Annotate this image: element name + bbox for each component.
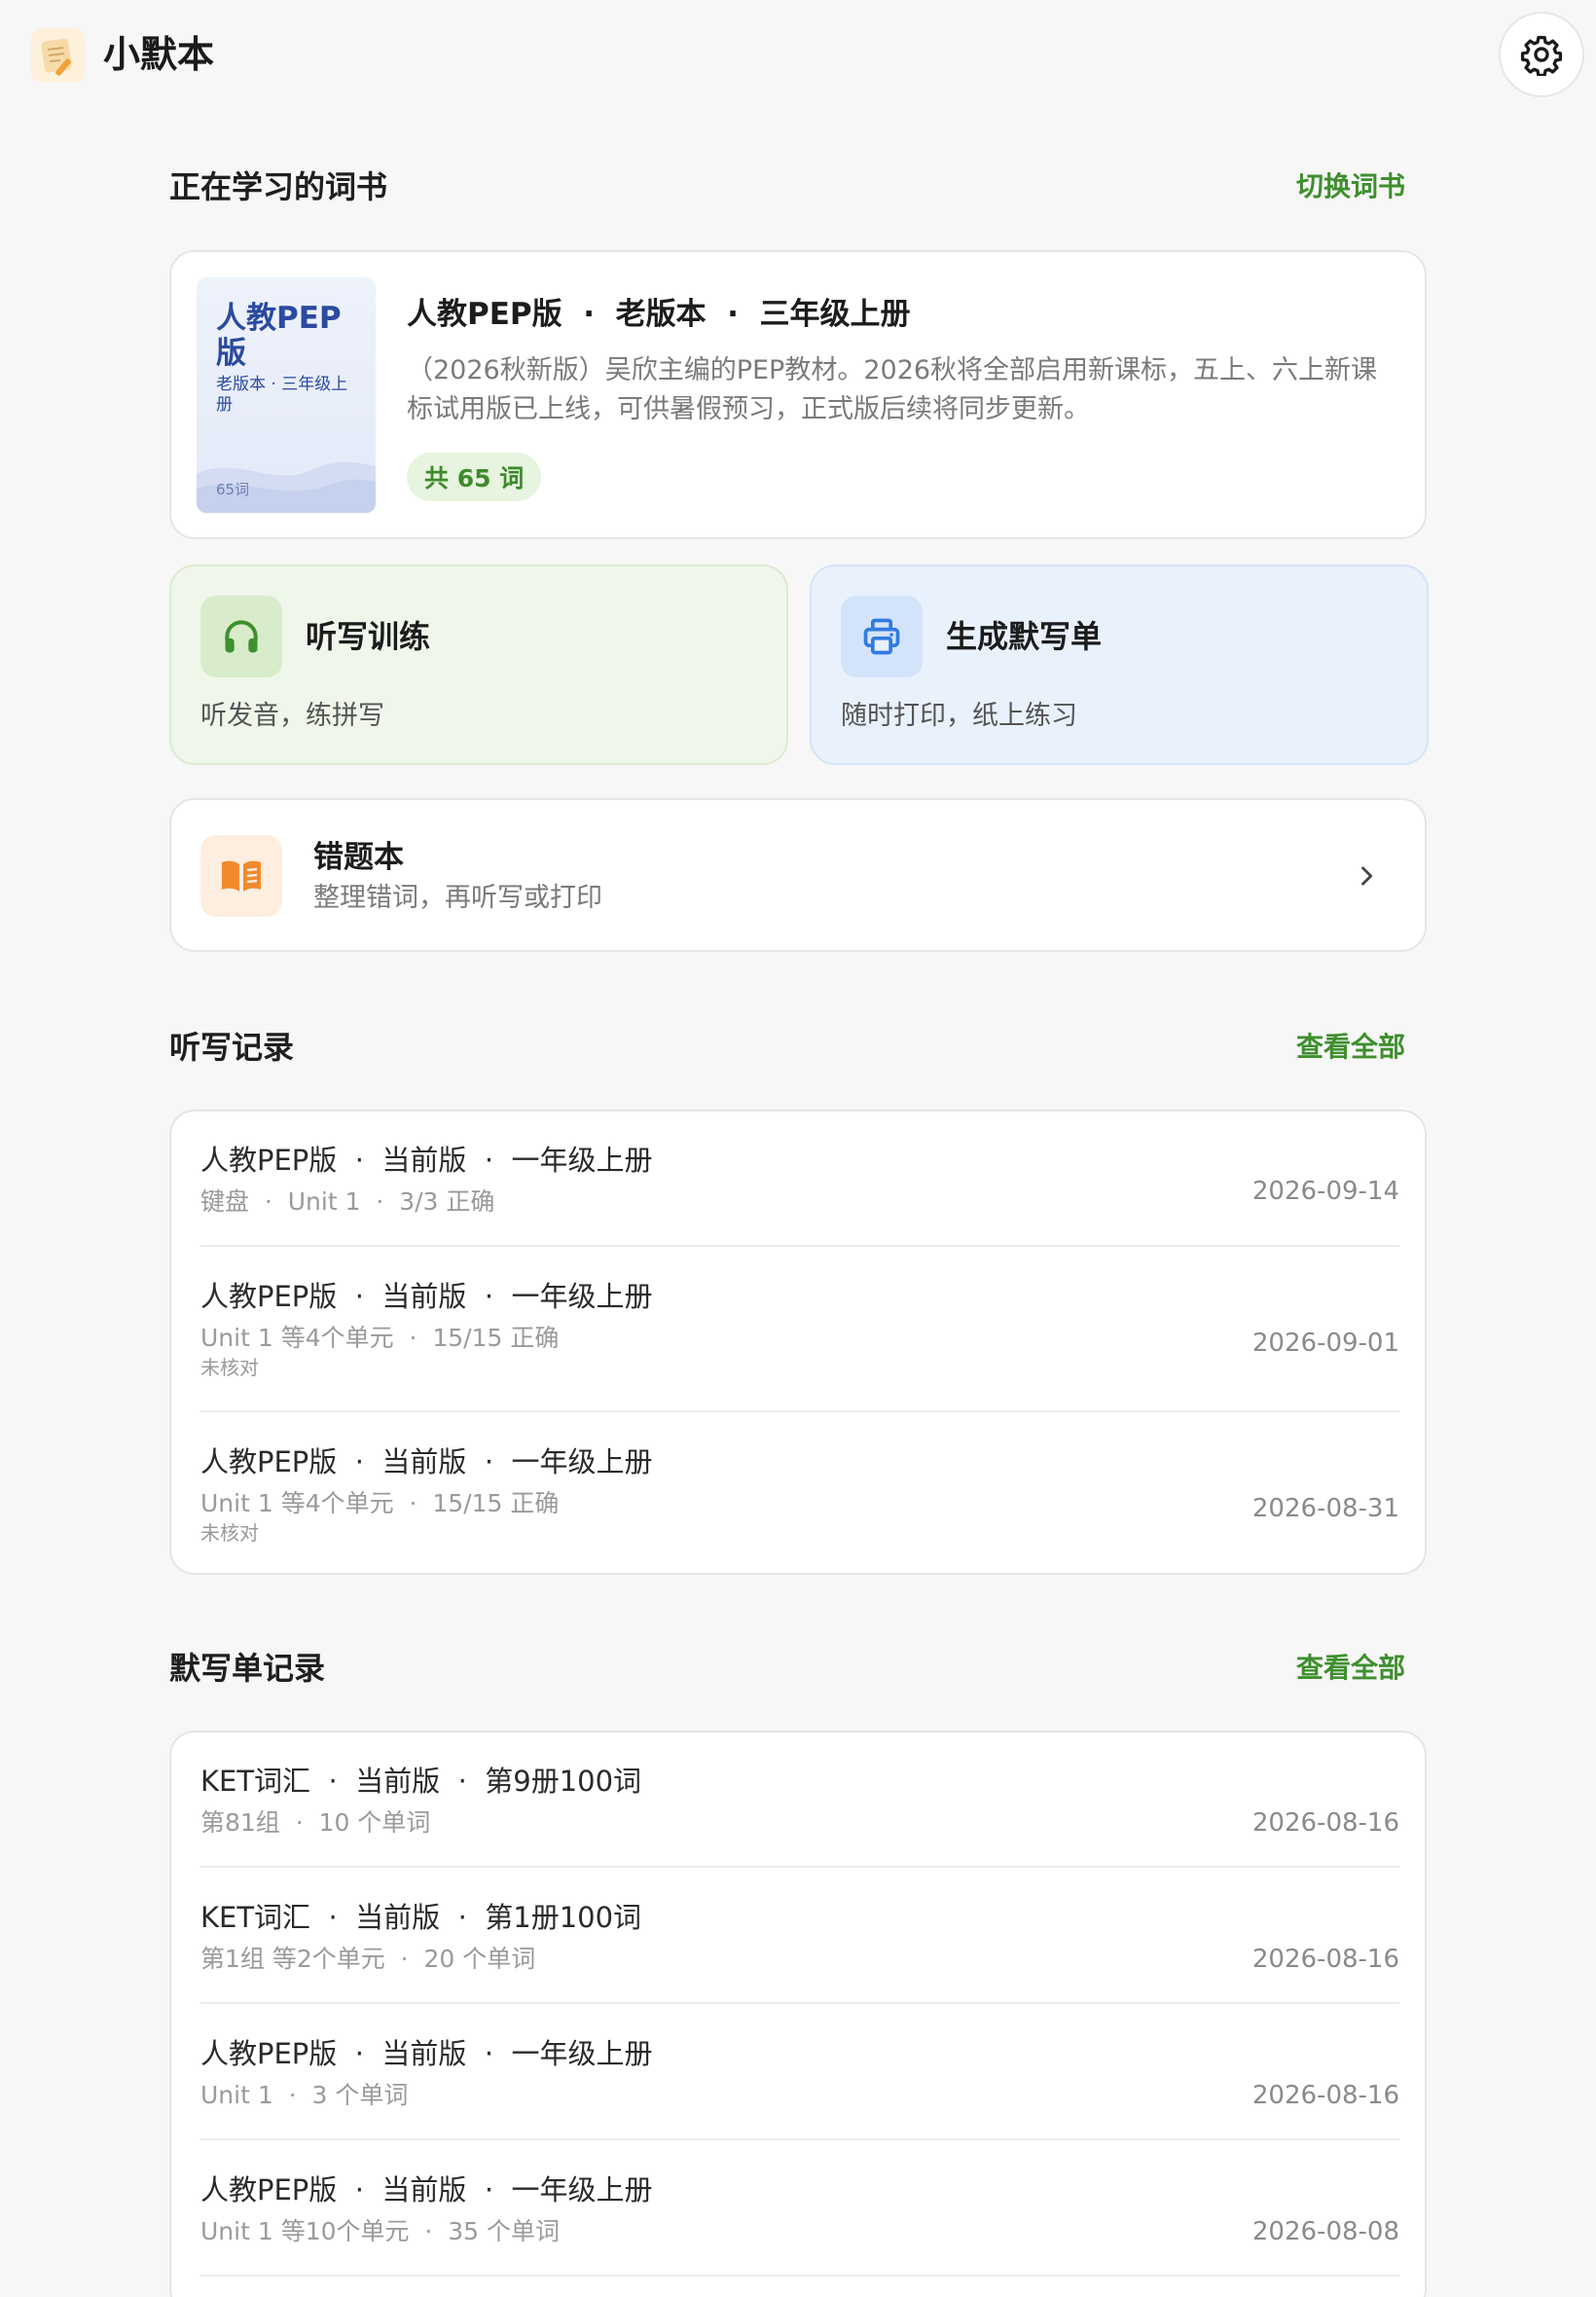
cover-title: 人教PEP版 xyxy=(216,301,342,371)
row-divider xyxy=(200,1866,1399,1868)
mistakes-book-card[interactable]: 错题本 整理错词，再听写或打印 xyxy=(169,798,1427,952)
record-title: 人教PEP版 · 当前版 · 一年级上册 xyxy=(200,1280,653,1313)
open-book-icon xyxy=(222,860,261,892)
mistakes-subtitle: 整理错词，再听写或打印 xyxy=(313,883,602,913)
book-name: 人教PEP版 · 老版本 · 三年级上册 xyxy=(407,297,911,332)
sheet-record-row[interactable]: KET词汇 · 当前版 · 第9册100词 第81组 · 10 个单词 2026… xyxy=(200,1762,1399,1849)
row-divider xyxy=(200,1410,1399,1412)
record-date: 2026-09-14 xyxy=(1251,1177,1399,1206)
generate-sheet-card[interactable]: 生成默写单 随时打印，纸上练习 xyxy=(810,565,1429,765)
dictation-records-heading: 听写记录 xyxy=(169,1029,295,1066)
sheet-title: 人教PEP版 · 当前版 · 一年级上册 xyxy=(200,2173,653,2206)
sheet-date: 2026-08-08 xyxy=(1251,2217,1399,2246)
app-logo xyxy=(31,28,86,83)
word-count-badge: 共 65 词 xyxy=(407,453,542,501)
record-date: 2026-09-01 xyxy=(1251,1329,1399,1358)
sheet-date: 2026-08-16 xyxy=(1251,1808,1399,1838)
print-icon-box xyxy=(841,596,923,677)
sheet-title: 人教PEP版 · 当前版 · 一年级上册 xyxy=(200,2037,653,2070)
sheet-records-heading: 默写单记录 xyxy=(169,1650,326,1687)
sheet-records-list: KET词汇 · 当前版 · 第9册100词 第81组 · 10 个单词 2026… xyxy=(169,1731,1427,2297)
record-meta: Unit 1 等4个单元 · 15/15 正确 xyxy=(200,1324,560,1352)
current-book-card[interactable]: 人教PEP版 老版本 · 三年级上册 65词 人教PEP版 · 老版本 · 三年… xyxy=(169,250,1427,539)
dictation-records-list: 人教PEP版 · 当前版 · 一年级上册 键盘 · Unit 1 · 3/3 正… xyxy=(169,1110,1427,1575)
record-title: 人教PEP版 · 当前版 · 一年级上册 xyxy=(200,1445,653,1478)
dictation-icon-box xyxy=(200,596,282,677)
sheet-date: 2026-08-16 xyxy=(1251,1945,1399,1974)
sheet-records-view-all[interactable]: 查看全部 xyxy=(1296,1647,1405,1690)
dictation-record-row[interactable]: 人教PEP版 · 当前版 · 一年级上册 Unit 1 等4个单元 · 15/1… xyxy=(200,1277,1399,1394)
book-cover: 人教PEP版 老版本 · 三年级上册 65词 xyxy=(197,277,376,513)
dictation-subtitle: 听发音，练拼写 xyxy=(200,701,384,731)
dictation-records-view-all[interactable]: 查看全部 xyxy=(1296,1026,1405,1069)
home-page: 小默本 正在学习的词书 切换词书 人教PEP版 老版本 · 三年级上册 65词 … xyxy=(0,0,1596,2297)
row-divider xyxy=(200,2275,1399,2277)
dictation-record-row[interactable]: 人教PEP版 · 当前版 · 一年级上册 键盘 · Unit 1 · 3/3 正… xyxy=(200,1141,1399,1248)
sheet-date: 2026-08-16 xyxy=(1251,2081,1399,2110)
print-title: 生成默写单 xyxy=(946,618,1103,655)
record-meta: 键盘 · Unit 1 · 3/3 正确 xyxy=(200,1187,495,1216)
switch-book-link[interactable]: 切换词书 xyxy=(1296,165,1405,208)
settings-button[interactable] xyxy=(1499,12,1584,97)
dictation-record-row[interactable]: 人教PEP版 · 当前版 · 一年级上册 Unit 1 等4个单元 · 15/1… xyxy=(200,1442,1399,1559)
record-meta: Unit 1 等4个单元 · 15/15 正确 xyxy=(200,1489,560,1517)
sheet-record-row[interactable]: 人教PEP版 · 当前版 · 一年级上册 Unit 1 · 3 个单词 2026… xyxy=(200,2034,1399,2122)
record-note: 未核对 xyxy=(200,1356,259,1379)
sheet-record-row[interactable]: KET词汇 · 当前版 · 第1册100词 第1组 等2个单元 · 20 个单词… xyxy=(200,1898,1399,1986)
notebook-pencil-icon xyxy=(41,38,72,76)
mistakes-title: 错题本 xyxy=(313,840,404,875)
sheet-meta: Unit 1 · 3 个单词 xyxy=(200,2081,409,2109)
record-note: 未核对 xyxy=(200,1521,259,1545)
sheet-title: KET词汇 · 当前版 · 第1册100词 xyxy=(200,1901,642,1934)
record-date: 2026-08-31 xyxy=(1251,1494,1399,1523)
app-header: 小默本 xyxy=(0,0,1596,107)
row-divider xyxy=(200,2138,1399,2140)
mistakes-icon-box xyxy=(200,835,282,917)
cover-subtitle: 老版本 · 三年级上册 xyxy=(216,375,348,415)
current-book-heading: 正在学习的词书 xyxy=(169,168,388,205)
cover-word-count: 65词 xyxy=(216,481,250,498)
gear-icon xyxy=(1520,35,1563,76)
row-divider xyxy=(200,1245,1399,1247)
sheet-title: KET词汇 · 当前版 · 第9册100词 xyxy=(200,1765,642,1798)
app-title: 小默本 xyxy=(103,33,215,76)
print-subtitle: 随时打印，纸上练习 xyxy=(841,701,1077,731)
sheet-meta: Unit 1 等10个单元 · 35 个单词 xyxy=(200,2217,560,2245)
sheet-meta: 第81组 · 10 个单词 xyxy=(200,1808,431,1837)
dictation-training-card[interactable]: 听写训练 听发音，练拼写 xyxy=(169,565,788,765)
printer-icon xyxy=(863,618,900,655)
sheet-meta: 第1组 等2个单元 · 20 个单词 xyxy=(200,1945,536,1973)
chevron-right-icon xyxy=(1347,857,1386,895)
record-title: 人教PEP版 · 当前版 · 一年级上册 xyxy=(200,1144,653,1177)
dictation-title: 听写训练 xyxy=(306,618,431,655)
row-divider xyxy=(200,2002,1399,2004)
sheet-record-row[interactable]: 人教PEP版 · 当前版 · 一年级上册 Unit 1 等10个单元 · 35 … xyxy=(200,2170,1399,2258)
book-description: （2026秋新版）吴欣主编的PEP教材。2026秋将全部启用新课标，五上、六上新… xyxy=(407,355,1378,424)
headphones-icon xyxy=(225,620,258,653)
